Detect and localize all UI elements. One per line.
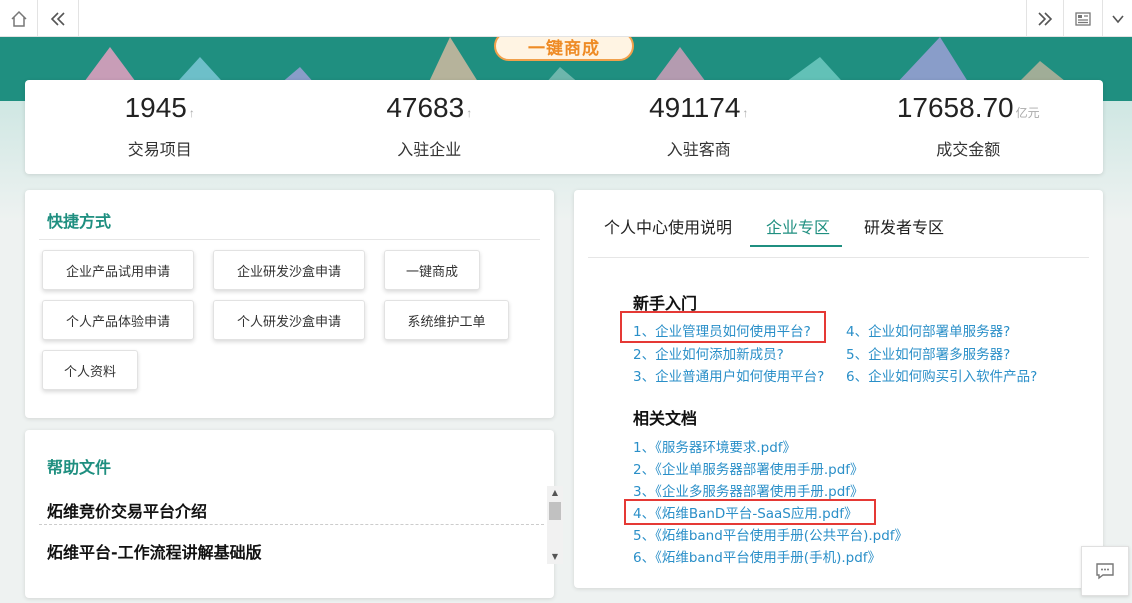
scroll-down-icon[interactable]: ▼ [547,550,563,564]
shortcuts-title: 快捷方式 [47,212,112,231]
tab-personal-guide[interactable]: 个人中心使用说明 [604,214,732,238]
personal-sandbox-button[interactable]: 个人研发沙盒申请 [213,300,365,340]
stat-value: 47683 [386,92,465,123]
chat-button[interactable] [1081,546,1129,596]
stat-label: 交易项目 [127,140,192,159]
docs-card: 个人中心使用说明 企业专区 研发者专区 新手入门 1、企业管理员如何使用平台? … [574,190,1103,588]
scroll-up-icon[interactable]: ▲ [547,486,563,500]
faq-link[interactable]: 6、企业如何购买引入软件产品? [846,365,1037,385]
stat-trade-projects: 1945 ↑ 交易项目 [25,80,295,174]
personal-trial-button[interactable]: 个人产品体验申请 [42,300,194,340]
faq-link[interactable]: 3、企业普通用户如何使用平台? [633,365,824,385]
stat-value: 1945 [124,92,187,123]
chevron-down-icon[interactable] [1103,0,1132,37]
highlight-box [624,499,876,525]
top-toolbar [0,0,1132,37]
doc-link[interactable]: 5、《炻维band平台使用手册(公共平台).pdf》 [633,524,908,544]
doc-link[interactable]: 3、《企业多服务器部署使用手册.pdf》 [633,480,864,500]
stat-enterprises: 47683 ↑ 入驻企业 [295,80,565,174]
maintenance-ticket-button[interactable]: 系统维护工单 [384,300,509,340]
stat-merchants: 491174 ↑ 入驻客商 [564,80,834,174]
tab-enterprise[interactable]: 企业专区 [766,214,830,238]
doc-link[interactable]: 2、《企业单服务器部署使用手册.pdf》 [633,458,864,478]
stats-panel: 1945 ↑ 交易项目 47683 ↑ 入驻企业 491174 ↑ 入驻客商 1765… [25,80,1103,174]
faq-link[interactable]: 4、企业如何部署单服务器? [846,320,1010,340]
profile-button[interactable]: 个人资料 [42,350,138,390]
stat-value: 491174 [649,92,741,123]
doc-link[interactable]: 1、《服务器环境要求.pdf》 [633,436,796,456]
stat-value: 17658.70 [896,92,1014,123]
divider [588,257,1089,258]
home-icon[interactable] [0,0,37,37]
one-click-trade-button[interactable]: 一键商成 [494,37,634,61]
stat-turnover: 17658.70 亿元 成交金额 [834,80,1104,174]
enterprise-sandbox-button[interactable]: 企业研发沙盒申请 [213,250,365,290]
help-title: 帮助文件 [47,458,112,477]
layout-icon[interactable] [1064,0,1102,37]
divider [39,524,544,525]
related-docs-title: 相关文档 [633,409,698,428]
shortcuts-card: 快捷方式 企业产品试用申请 企业研发沙盒申请 一键商成 个人产品体验申请 个人研… [25,190,554,418]
faq-link[interactable]: 5、企业如何部署多服务器? [846,343,1010,363]
stat-suffix: ↑ [466,106,473,120]
highlight-box [620,311,826,343]
expand-right-icon[interactable] [1027,0,1063,37]
stat-suffix: ↑ [742,106,749,120]
divider [39,239,540,240]
help-files-card: 帮助文件 炻维竞价交易平台介绍 炻维平台-工作流程讲解基础版 ▲ ▼ [25,430,563,598]
help-scrollbar[interactable]: ▲ ▼ [547,486,563,564]
stat-suffix: 亿元 [1015,106,1040,120]
stat-label: 成交金额 [936,140,1001,159]
active-tab-indicator [750,245,842,247]
stat-label: 入驻客商 [666,140,731,159]
chat-icon [1096,563,1114,580]
tab-developer[interactable]: 研发者专区 [864,214,944,238]
scroll-thumb[interactable] [549,502,561,520]
help-item[interactable]: 炻维竞价交易平台介绍 [47,498,207,522]
help-item[interactable]: 炻维平台-工作流程讲解基础版 [47,539,262,563]
enterprise-trial-button[interactable]: 企业产品试用申请 [42,250,194,290]
stat-suffix: ↑ [188,106,195,120]
collapse-left-icon[interactable] [38,0,78,37]
faq-link[interactable]: 2、企业如何添加新成员? [633,343,784,363]
doc-link[interactable]: 6、《炻维band平台使用手册(手机).pdf》 [633,546,881,566]
one-click-trade-shortcut[interactable]: 一键商成 [384,250,480,290]
stat-label: 入驻企业 [397,140,462,159]
